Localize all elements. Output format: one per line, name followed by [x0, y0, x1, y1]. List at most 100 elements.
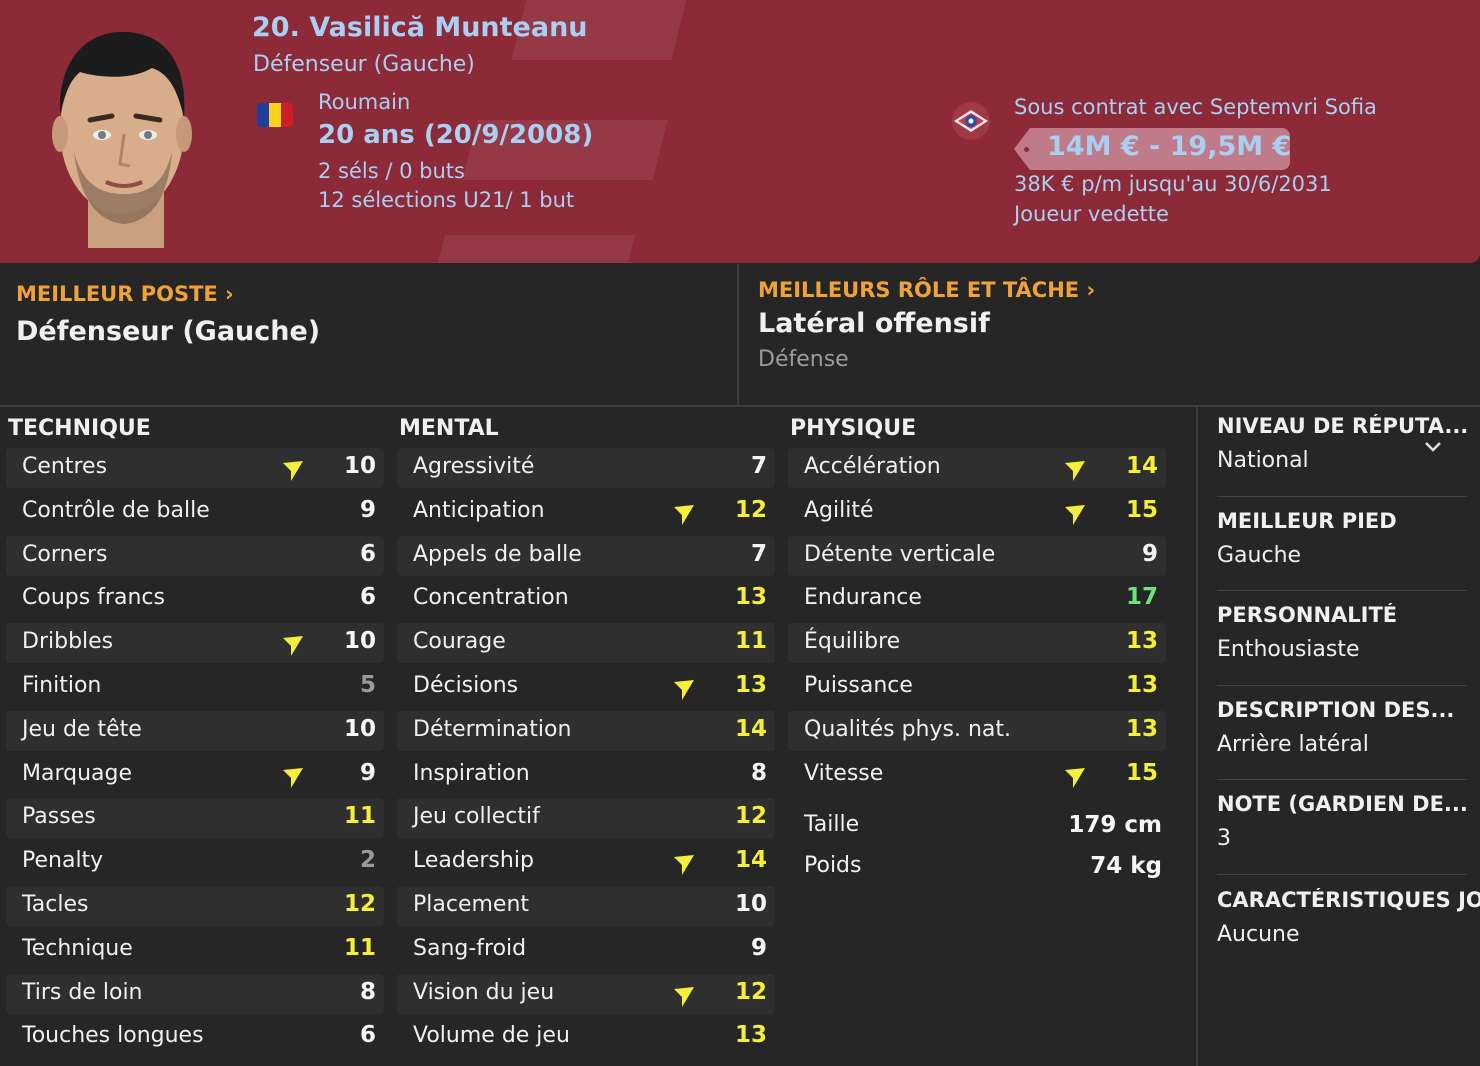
physical-attribute-row[interactable]: Vitesse 15 [788, 755, 1166, 795]
technique-attribute-row[interactable]: Centres 10 [6, 448, 384, 488]
player-position: Défenseur (Gauche) [253, 52, 475, 77]
attribute-label: Vitesse [804, 760, 884, 786]
height-value: 179 cm [1068, 812, 1162, 838]
romania-flag-icon [257, 103, 293, 127]
best-role-header[interactable]: MEILLEURS RÔLE ET TÂCHE › [758, 278, 1095, 302]
technique-attribute-row[interactable]: Technique 11 [6, 930, 384, 970]
technique-attribute-row[interactable]: Passes 11 [6, 798, 384, 839]
technique-attribute-row[interactable]: Tacles 12 [6, 885, 384, 926]
attribute-value: 10 [343, 453, 376, 479]
attribute-value: 5 [359, 671, 376, 698]
attribute-value: 13 [1125, 671, 1158, 698]
physical-attribute-row[interactable]: Accélération 14 [788, 448, 1166, 488]
attribute-value: 13 [1125, 715, 1158, 742]
key-attribute-arrow-icon [1065, 461, 1085, 481]
mental-attribute-row[interactable]: Courage 11 [397, 623, 775, 664]
physical-attribute-row[interactable]: Agilité 15 [788, 492, 1166, 532]
technique-attribute-row[interactable]: Touches longues 6 [6, 1017, 384, 1057]
sidebar-goalkeeper-rating: NOTE (GARDIEN DE... 3 [1217, 792, 1467, 851]
attribute-label: Vision du jeu [413, 979, 555, 1005]
traits-header: CARACTÉRISTIQUES JO [1217, 888, 1480, 912]
technique-attribute-row[interactable]: Contrôle de balle 9 [6, 492, 384, 532]
attribute-label: Équilibre [804, 629, 901, 655]
attribute-value: 13 [734, 671, 767, 698]
attribute-value: 9 [359, 759, 376, 786]
attribute-label: Jeu de tête [22, 716, 142, 742]
physical-attribute-row[interactable]: Qualités phys. nat. 13 [788, 710, 1166, 751]
key-attribute-arrow-icon [674, 679, 694, 700]
technique-attribute-row[interactable]: Coups francs 6 [6, 579, 384, 619]
physical-attribute-row[interactable]: Équilibre 13 [788, 623, 1166, 664]
mental-attribute-row[interactable]: Appels de balle 7 [397, 535, 775, 576]
mental-attribute-row[interactable]: Décisions 13 [397, 667, 775, 707]
attribute-value: 8 [750, 759, 767, 786]
technique-attribute-row[interactable]: Finition 5 [6, 667, 384, 707]
mental-attribute-row[interactable]: Concentration 13 [397, 579, 775, 619]
transfer-value: 14M € - 19,5M € [1047, 131, 1292, 162]
attribute-label: Inspiration [413, 760, 530, 786]
physical-attribute-row[interactable]: Puissance 13 [788, 667, 1166, 707]
sidebar-best-foot: MEILLEUR PIED Gauche [1217, 509, 1467, 568]
sidebar-divider [1196, 407, 1198, 1066]
attribute-label: Coups francs [22, 585, 165, 611]
attribute-value: 11 [343, 934, 376, 961]
technique-attribute-row[interactable]: Jeu de tête 10 [6, 710, 384, 751]
mental-attribute-row[interactable]: Leadership 14 [397, 842, 775, 882]
player-nationality[interactable]: Roumain [318, 90, 410, 114]
attribute-label: Finition [22, 672, 102, 698]
attribute-value: 10 [734, 890, 767, 917]
attribute-label: Anticipation [413, 497, 545, 523]
player-avatar [52, 31, 192, 248]
key-attribute-arrow-icon [283, 767, 303, 788]
technique-attribute-row[interactable]: Marquage 9 [6, 755, 384, 795]
technique-header: TECHNIQUE [8, 416, 151, 441]
squad-status: Joueur vedette [1014, 202, 1169, 226]
physical-attribute-row[interactable]: Endurance 17 [788, 579, 1166, 619]
best-role-header-label: MEILLEURS RÔLE ET TÂCHE [758, 278, 1080, 302]
attribute-value: 14 [1125, 453, 1158, 479]
chevron-down-icon[interactable] [1424, 441, 1442, 453]
club-badge-icon[interactable] [950, 100, 992, 142]
key-attribute-arrow-icon [674, 504, 694, 525]
panel-divider [737, 264, 739, 406]
sidebar-separator [1217, 779, 1467, 780]
attribute-label: Leadership [413, 848, 534, 874]
section-divider [0, 405, 1480, 407]
mental-attribute-row[interactable]: Vision du jeu 12 [397, 973, 775, 1014]
attribute-value: 17 [1125, 584, 1158, 611]
player-name: 20. Vasilică Munteanu [252, 12, 588, 43]
attribute-label: Technique [22, 935, 133, 961]
technique-attribute-row[interactable]: Corners 6 [6, 535, 384, 576]
mental-attribute-row[interactable]: Agressivité 7 [397, 448, 775, 488]
contract-club[interactable]: Sous contrat avec Septemvri Sofia [1014, 95, 1377, 119]
attribute-label: Décisions [413, 672, 519, 698]
best-role-duty: Défense [758, 347, 849, 372]
key-attribute-arrow-icon [283, 461, 303, 481]
physical-attribute-row[interactable]: Détente verticale 9 [788, 535, 1166, 576]
technique-attribute-row[interactable]: Tirs de loin 8 [6, 973, 384, 1014]
mental-attribute-row[interactable]: Anticipation 12 [397, 492, 775, 532]
attribute-value: 6 [359, 540, 376, 567]
mental-attribute-row[interactable]: Placement 10 [397, 885, 775, 926]
best-foot-value: Gauche [1217, 543, 1302, 568]
sidebar-separator [1217, 496, 1467, 497]
description-value: Arrière latéral [1217, 732, 1369, 757]
attribute-value: 12 [734, 978, 767, 1005]
mental-attribute-row[interactable]: Inspiration 8 [397, 755, 775, 795]
mental-attribute-row[interactable]: Jeu collectif 12 [397, 798, 775, 839]
technique-attribute-row[interactable]: Dribbles 10 [6, 623, 384, 664]
mental-attribute-row[interactable]: Volume de jeu 13 [397, 1017, 775, 1057]
player-caps: 2 séls / 0 buts [318, 159, 465, 183]
key-attribute-arrow-icon [674, 986, 694, 1007]
attribute-label: Dribbles [22, 629, 114, 655]
attribute-label: Courage [413, 629, 506, 655]
attribute-label: Concentration [413, 585, 569, 611]
mental-attribute-row[interactable]: Détermination 14 [397, 710, 775, 751]
mental-header: MENTAL [399, 416, 499, 441]
best-position-header[interactable]: MEILLEUR POSTE › [16, 282, 234, 306]
technique-attribute-row[interactable]: Penalty 2 [6, 842, 384, 882]
attribute-label: Tirs de loin [22, 979, 143, 1005]
attribute-label: Appels de balle [413, 541, 582, 567]
mental-attribute-row[interactable]: Sang-froid 9 [397, 930, 775, 970]
transfer-value-badge[interactable]: 14M € - 19,5M € [1014, 128, 1290, 170]
